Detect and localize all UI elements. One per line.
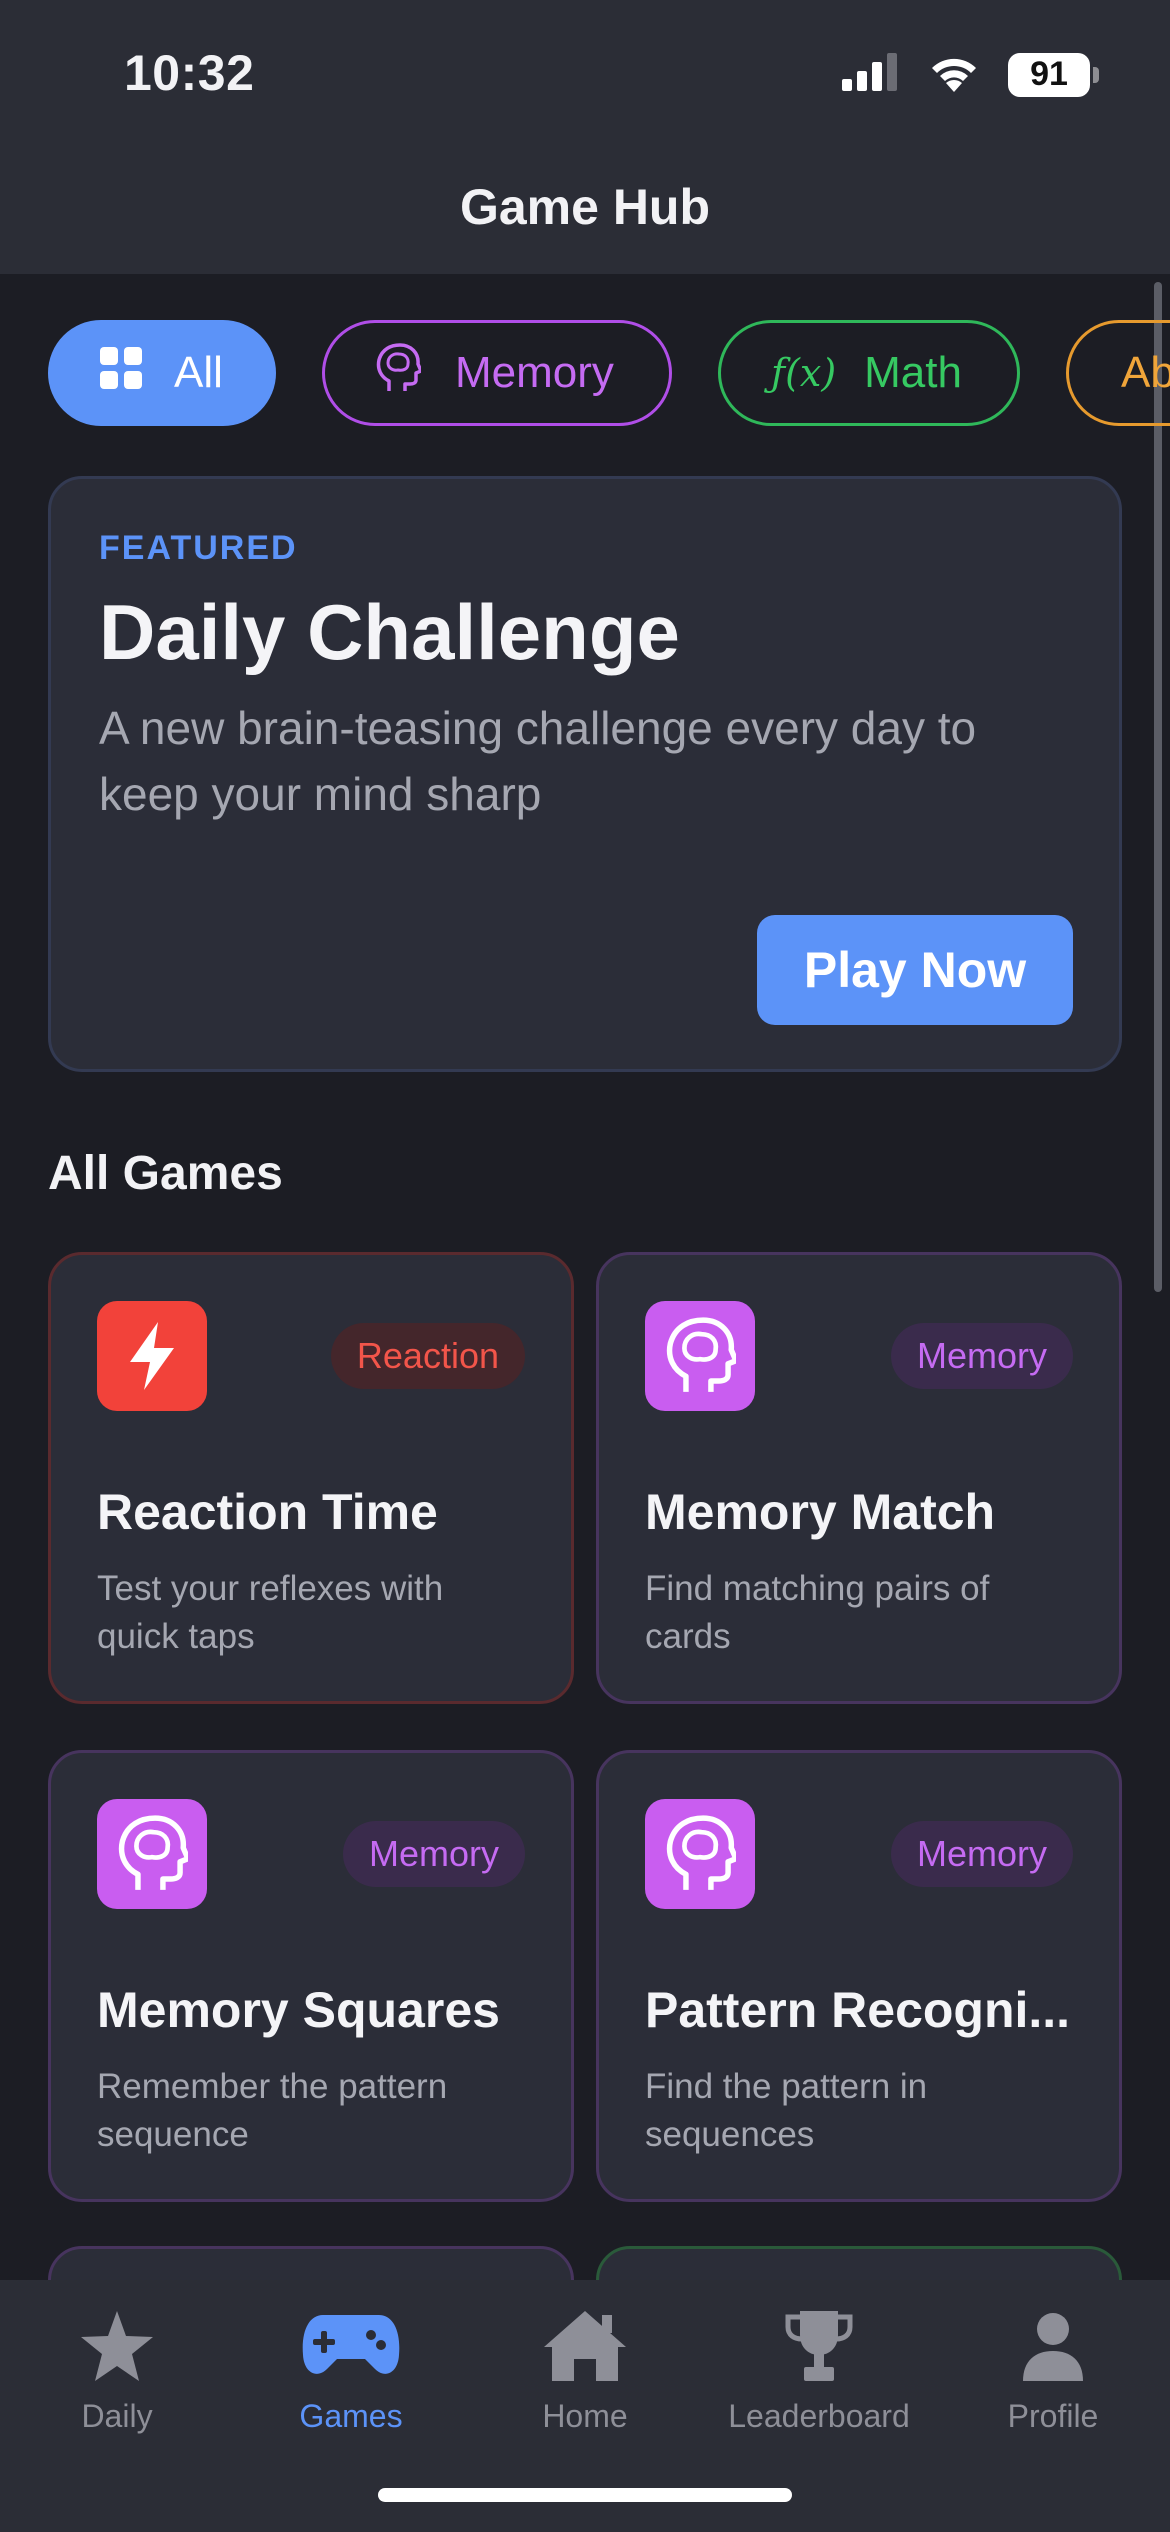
category-filter-bar: All Memory ƒ(x) Math Ab (48, 320, 1170, 428)
tab-label: Leaderboard (728, 2398, 910, 2434)
category-badge: Memory (342, 1821, 525, 1887)
filter-chip-memory[interactable]: Memory (322, 320, 672, 426)
game-description: Find matching pairs of cards (645, 1569, 990, 1656)
scroll-indicator[interactable] (1154, 282, 1162, 1292)
wifi-icon (928, 52, 980, 97)
filter-chip-math[interactable]: ƒ(x) Math (718, 320, 1020, 426)
filter-chip-ab[interactable]: Ab (1066, 320, 1170, 426)
gamepad-icon (301, 2300, 401, 2392)
status-icons: 91 (842, 52, 1099, 97)
tab-label: Daily (81, 2398, 153, 2434)
tab-daily[interactable]: Daily (0, 2300, 234, 2450)
brain-head-icon (645, 1301, 755, 1411)
category-badge: Memory (890, 1821, 1073, 1887)
brain-head-icon (375, 342, 423, 404)
game-description: Find the pattern in sequences (645, 2067, 928, 2154)
grid-icon (100, 346, 142, 400)
tab-home[interactable]: Home (468, 2300, 702, 2450)
filter-chip-label: Ab (1121, 348, 1170, 397)
house-icon (542, 2300, 628, 2392)
function-icon: ƒ(x) (771, 351, 837, 395)
game-title: Reaction Time (97, 1484, 438, 1540)
game-card-memory-match[interactable]: Memory Memory Match Find matching pairs … (596, 1252, 1122, 1704)
game-title: Memory Match (645, 1484, 996, 1540)
game-title: Memory Squares (97, 1982, 500, 2038)
home-indicator[interactable] (378, 2488, 792, 2502)
tab-leaderboard[interactable]: Leaderboard (702, 2300, 936, 2450)
tab-label: Home (542, 2398, 628, 2434)
game-description: Remember the pattern sequence (97, 2067, 448, 2154)
filter-chip-label: Math (864, 348, 962, 397)
game-card-reaction-time[interactable]: Reaction Reaction Time Test your reflexe… (48, 1252, 574, 1704)
battery-indicator: 91 (1008, 52, 1099, 97)
page-title: Game Hub (459, 179, 711, 235)
star-icon (79, 2300, 155, 2392)
tab-games[interactable]: Games (234, 2300, 468, 2450)
section-title: All Games (48, 1147, 283, 1200)
brain-head-icon (645, 1799, 755, 1909)
filter-chip-all[interactable]: All (48, 320, 276, 426)
status-time: 10:32 (124, 45, 255, 101)
game-title: Pattern Recogni... (645, 1982, 1071, 2038)
play-now-button[interactable]: Play Now (757, 915, 1073, 1025)
game-card-memory-squares[interactable]: Memory Memory Squares Remember the patte… (48, 1750, 574, 2202)
tab-label: Games (299, 2398, 403, 2434)
trophy-icon (784, 2300, 854, 2392)
tab-profile[interactable]: Profile (936, 2300, 1170, 2450)
filter-chip-label: All (174, 348, 223, 397)
cellular-signal-icon (842, 53, 900, 96)
game-card-pattern-recognition[interactable]: Memory Pattern Recogni... Find the patte… (596, 1750, 1122, 2202)
top-bar: 10:32 91 Game Hub (0, 0, 1170, 274)
featured-description: A new brain-teasing challenge every day … (99, 702, 977, 820)
brain-head-icon (97, 1799, 207, 1909)
featured-label: FEATURED (99, 529, 298, 567)
game-hub-screen: 10:32 91 Game Hub All Memory ƒ(x) Math A… (0, 0, 1170, 2532)
game-description: Test your reflexes with quick taps (97, 1569, 444, 1656)
lightning-icon (97, 1301, 207, 1411)
tab-label: Profile (1007, 2398, 1099, 2434)
filter-chip-label: Memory (455, 348, 614, 397)
category-badge: Reaction (330, 1323, 525, 1389)
featured-card[interactable]: FEATURED Daily Challenge A new brain-tea… (48, 476, 1122, 1072)
person-icon (1021, 2300, 1085, 2392)
featured-title: Daily Challenge (99, 588, 680, 676)
category-badge: Memory (890, 1323, 1073, 1389)
